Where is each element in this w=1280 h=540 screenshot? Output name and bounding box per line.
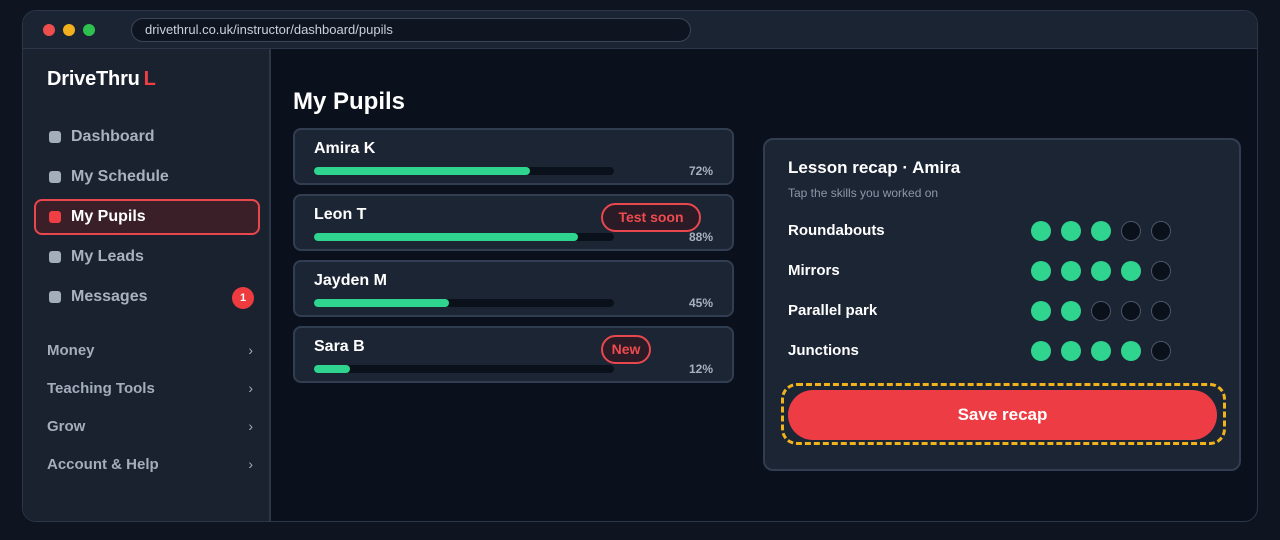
sidebar-group-label: Account & Help	[47, 456, 159, 473]
progress-percent: 45%	[688, 296, 713, 310]
skill-row: Roundabouts	[788, 220, 1188, 242]
skill-dot[interactable]	[1031, 341, 1051, 361]
skill-name: Roundabouts	[788, 222, 885, 239]
skill-dot[interactable]	[1031, 221, 1051, 241]
browser-window: drivethrul.co.uk/instructor/dashboard/pu…	[22, 10, 1258, 522]
recap-subtitle: Tap the skills you worked on	[788, 186, 939, 200]
skill-row: Junctions	[788, 340, 1188, 362]
minimize-window-button[interactable]	[63, 24, 75, 36]
progress-fill	[314, 365, 350, 373]
main-content: My Pupils Amira K 72% Leon T Test soon 8…	[273, 49, 1257, 521]
square-icon	[49, 171, 61, 183]
sidebar-item-label: My Schedule	[71, 168, 169, 185]
pupil-card[interactable]: Amira K 72%	[293, 128, 734, 185]
skill-dot[interactable]	[1031, 301, 1051, 321]
app-logo[interactable]: DriveThru L	[47, 68, 156, 91]
sidebar-group-label: Money	[47, 342, 95, 359]
pupil-card[interactable]: Leon T Test soon 88%	[293, 194, 734, 251]
browser-titlebar: drivethrul.co.uk/instructor/dashboard/pu…	[23, 11, 1257, 49]
skill-name: Junctions	[788, 342, 859, 359]
skill-dot[interactable]	[1091, 301, 1111, 321]
skill-dot[interactable]	[1091, 221, 1111, 241]
progress-fill	[314, 167, 530, 175]
sidebar-group-label: Teaching Tools	[47, 380, 155, 397]
skill-dot[interactable]	[1061, 341, 1081, 361]
progress-percent: 88%	[688, 230, 713, 244]
skill-dot[interactable]	[1151, 221, 1171, 241]
progress-bar	[314, 167, 614, 175]
skill-name: Parallel park	[788, 302, 878, 319]
progress-bar	[314, 299, 614, 307]
sidebar-group-label: Grow	[47, 418, 86, 435]
skill-dot[interactable]	[1151, 341, 1171, 361]
skill-dot[interactable]	[1151, 261, 1171, 281]
sidebar-group-money[interactable]: Money ›	[47, 339, 253, 363]
skill-dot[interactable]	[1121, 261, 1141, 281]
progress-percent: 72%	[688, 164, 713, 178]
logo-text: DriveThru	[47, 68, 140, 90]
sidebar-group-grow[interactable]: Grow ›	[47, 415, 253, 439]
progress-bar	[314, 365, 614, 373]
skill-name: Mirrors	[788, 262, 840, 279]
pupil-name: Jayden M	[314, 272, 387, 289]
chevron-right-icon: ›	[248, 380, 253, 396]
pupil-name: Amira K	[314, 140, 376, 157]
skill-row: Parallel park	[788, 300, 1188, 322]
square-icon	[49, 131, 61, 143]
skill-dot[interactable]	[1091, 341, 1111, 361]
square-icon	[49, 291, 61, 303]
progress-fill	[314, 299, 449, 307]
skill-row: Mirrors	[788, 260, 1188, 282]
sidebar-group-account-help[interactable]: Account & Help ›	[47, 453, 253, 477]
sidebar-item-my-schedule[interactable]: My Schedule	[34, 159, 260, 195]
progress-percent: 12%	[688, 362, 713, 376]
chevron-right-icon: ›	[248, 456, 253, 472]
skill-dot[interactable]	[1121, 301, 1141, 321]
recap-title: Lesson recap · Amira	[788, 158, 961, 177]
address-bar[interactable]: drivethrul.co.uk/instructor/dashboard/pu…	[131, 18, 691, 42]
save-recap-button[interactable]: Save recap	[788, 390, 1217, 440]
skill-dot[interactable]	[1061, 301, 1081, 321]
sidebar-group-teaching-tools[interactable]: Teaching Tools ›	[47, 377, 253, 401]
sidebar-item-my-leads[interactable]: My Leads	[34, 239, 260, 275]
test-soon-tag: Test soon	[601, 203, 701, 232]
sidebar: DriveThru L Dashboard My Schedule My Pupi…	[23, 49, 271, 521]
unread-badge: 1	[232, 287, 254, 309]
logo-accent: L	[143, 68, 156, 90]
skill-dot[interactable]	[1091, 261, 1111, 281]
pupil-card[interactable]: Sara B New 12%	[293, 326, 734, 383]
skill-dot[interactable]	[1151, 301, 1171, 321]
square-icon	[49, 211, 61, 223]
maximize-window-button[interactable]	[83, 24, 95, 36]
close-window-button[interactable]	[43, 24, 55, 36]
progress-fill	[314, 233, 578, 241]
chevron-right-icon: ›	[248, 342, 253, 358]
sidebar-item-label: My Leads	[71, 248, 144, 265]
new-tag: New	[601, 335, 651, 364]
sidebar-item-messages[interactable]: Messages 1	[34, 279, 260, 315]
sidebar-item-my-pupils[interactable]: My Pupils	[34, 199, 260, 235]
skill-dot[interactable]	[1061, 221, 1081, 241]
chevron-right-icon: ›	[248, 418, 253, 434]
skill-dot[interactable]	[1121, 341, 1141, 361]
lesson-recap-panel: Lesson recap · Amira Tap the skills you …	[763, 138, 1241, 471]
skill-dot[interactable]	[1061, 261, 1081, 281]
square-icon	[49, 251, 61, 263]
pupil-name: Leon T	[314, 206, 367, 223]
sidebar-item-label: Dashboard	[71, 128, 155, 145]
skill-dot[interactable]	[1121, 221, 1141, 241]
skill-dot[interactable]	[1031, 261, 1051, 281]
pupil-card[interactable]: Jayden M 45%	[293, 260, 734, 317]
sidebar-item-dashboard[interactable]: Dashboard	[34, 119, 260, 155]
progress-bar	[314, 233, 614, 241]
sidebar-item-label: Messages	[71, 288, 148, 305]
pupil-name: Sara B	[314, 338, 365, 355]
page-title: My Pupils	[293, 88, 406, 115]
sidebar-item-label: My Pupils	[71, 208, 146, 225]
